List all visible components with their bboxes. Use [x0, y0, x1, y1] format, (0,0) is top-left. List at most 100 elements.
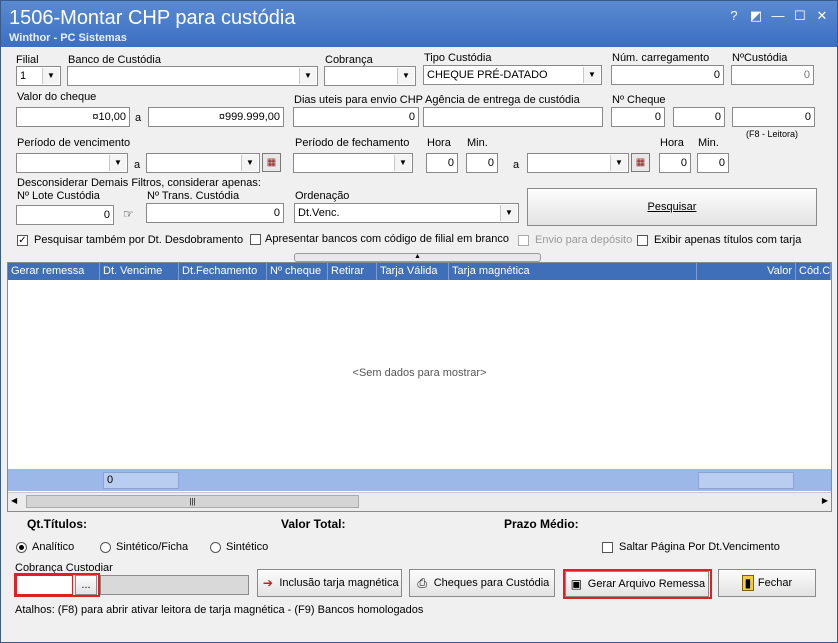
valor-cheque-sep: a	[135, 112, 142, 124]
minimize-button[interactable]: —	[769, 7, 787, 25]
hora1-input[interactable]: 0	[426, 153, 458, 173]
fechamento-to-select[interactable]: ▼	[527, 153, 629, 173]
num-cheque-input-3[interactable]: 0	[732, 107, 815, 127]
col-num-cheque[interactable]: Nº cheque	[267, 263, 328, 280]
num-cheque-input-2[interactable]: 0	[673, 107, 725, 127]
chevron-down-icon: ▼	[583, 67, 600, 83]
num-custodia-label: NºCustódia	[732, 52, 788, 64]
col-valor[interactable]: Valor	[697, 263, 796, 280]
help-button[interactable]: ?	[725, 7, 743, 25]
col-cod[interactable]: Cód.C	[796, 263, 831, 280]
inclusao-tarja-button[interactable]: ➔ Inclusão tarja magnética	[257, 569, 402, 597]
envio-deposito-checkbox[interactable]	[518, 235, 529, 246]
lote-custodia-input[interactable]: 0	[16, 205, 114, 225]
num-custodia-input[interactable]: 0	[731, 65, 814, 85]
dias-uteis-label: Dias uteis para envio CHP	[294, 94, 424, 106]
fechamento-sep: a	[513, 159, 520, 171]
num-carregamento-input[interactable]: 0	[611, 65, 724, 85]
cobranca-select[interactable]: ▼	[324, 66, 416, 86]
highlight-gerar-arquivo	[563, 569, 712, 599]
fechamento-from-select[interactable]: ▼	[293, 153, 413, 173]
tipo-custodia-label: Tipo Custódia	[424, 52, 492, 64]
filial-label: Filial	[16, 54, 39, 66]
title-bar: 1506-Montar CHP para custódia Winthor - …	[1, 1, 837, 47]
envio-deposito-label: Envio para depósito	[535, 234, 633, 246]
desdobramento-checkbox[interactable]: ✓	[17, 235, 28, 246]
hora2-input[interactable]: 0	[659, 153, 691, 173]
fechar-label: Fechar	[757, 577, 793, 589]
ordenacao-select[interactable]: Dt.Venc. ▼	[294, 203, 519, 223]
maximize-button[interactable]: ☐	[791, 7, 809, 25]
periodo-vencimento-label: Período de vencimento	[17, 137, 131, 149]
trans-custodia-input[interactable]: 0	[146, 203, 284, 223]
sintetico-radio[interactable]	[210, 542, 221, 553]
calendar-icon[interactable]: ▦	[631, 153, 650, 172]
tarja-label: Exibir apenas títulos com tarja	[654, 234, 802, 246]
chevron-down-icon: ▼	[610, 155, 627, 171]
pesquisar-button[interactable]: Pesquisar	[527, 188, 817, 226]
window-title: 1506-Montar CHP para custódia	[9, 7, 296, 29]
col-dt-fechamento[interactable]: Dt.Fechamento	[179, 263, 267, 280]
min2-label: Min.	[698, 137, 719, 149]
tarja-checkbox[interactable]	[637, 235, 648, 246]
agencia-entrega-label: Agência de entrega de custódia	[425, 94, 580, 106]
chevron-down-icon: ▼	[394, 155, 411, 171]
sintetico-label: Sintético	[226, 541, 269, 553]
scroll-thumb[interactable]: |||	[26, 495, 359, 508]
cobranca-custodiar-description	[100, 575, 249, 595]
num-cheque-input-1[interactable]: 0	[611, 107, 665, 127]
chevron-down-icon: ▼	[109, 155, 126, 171]
scroll-right-icon[interactable]: ▶	[822, 496, 828, 505]
filial-select[interactable]: 1 ▼	[16, 66, 61, 86]
min1-label: Min.	[467, 137, 488, 149]
min1-input[interactable]: 0	[466, 153, 498, 173]
bancos-filial-label: Apresentar bancos com código de filial e…	[265, 233, 509, 245]
fechar-button[interactable]: ▮ Fechar	[718, 569, 816, 597]
valor-cheque-to-input[interactable]: ¤999.999,00	[148, 107, 284, 127]
scroll-left-icon[interactable]: ◀	[11, 496, 17, 505]
trans-custodia-label: Nº Trans. Custódia	[147, 190, 240, 202]
grid-footer: 0	[8, 469, 831, 491]
horizontal-scrollbar[interactable]: ◀ ||| ▶	[8, 492, 831, 511]
tipo-custodia-select[interactable]: CHEQUE PRÉ-DATADO ▼	[423, 65, 602, 85]
analitico-label: Analítico	[32, 541, 75, 553]
cheques-custodia-button[interactable]: ⎙ Cheques para Custódia	[409, 569, 555, 597]
calendar-icon[interactable]: ▦	[262, 153, 281, 172]
vencimento-sep: a	[134, 159, 141, 171]
col-gerar-remessa[interactable]: Gerar remessa	[8, 263, 100, 280]
restore-layout-button[interactable]: ◩	[747, 7, 765, 25]
col-dt-vencimento[interactable]: Dt. Vencime	[100, 263, 179, 280]
valor-total-label: Valor Total:	[281, 517, 346, 531]
prazo-medio-label: Prazo Médio:	[504, 517, 579, 531]
cheques-custodia-label: Cheques para Custódia	[433, 577, 550, 589]
bancos-filial-checkbox[interactable]	[250, 234, 261, 245]
col-tarja-valida[interactable]: Tarja Válida	[377, 263, 449, 280]
lote-custodia-label: Nº Lote Custódia	[17, 190, 100, 202]
valor-cheque-label: Valor do cheque	[17, 91, 97, 103]
num-carregamento-label: Núm. carregamento	[612, 52, 710, 64]
hand-pointer-icon[interactable]: ☞	[123, 207, 134, 221]
min2-input[interactable]: 0	[697, 153, 729, 173]
banco-custodia-select[interactable]: ▼	[67, 66, 318, 86]
sintetico-ficha-label: Sintético/Ficha	[116, 541, 189, 553]
collapse-splitter[interactable]: ▲	[294, 253, 541, 262]
analitico-radio[interactable]	[16, 542, 27, 553]
desdobramento-label: Pesquisar também por Dt. Desdobramento	[34, 234, 244, 246]
chevron-down-icon: ▼	[241, 155, 258, 171]
shortcuts-text: Atalhos: (F8) para abrir ativar leitora …	[15, 604, 424, 616]
periodo-fechamento-label: Período de fechamento	[295, 137, 410, 149]
qt-titulos-label: Qt.Títulos:	[27, 517, 87, 531]
close-button[interactable]: ✕	[813, 7, 831, 25]
col-tarja-magnetica[interactable]: Tarja magnética	[449, 263, 697, 280]
grid-footer-total	[698, 472, 794, 489]
saltar-pagina-checkbox[interactable]	[602, 542, 613, 553]
chevron-down-icon: ▼	[500, 205, 517, 221]
valor-cheque-from-input[interactable]: ¤10,00	[16, 107, 130, 127]
dias-uteis-input[interactable]: 0	[293, 107, 419, 127]
vencimento-to-select[interactable]: ▼	[146, 153, 260, 173]
sintetico-ficha-radio[interactable]	[100, 542, 111, 553]
agencia-entrega-input[interactable]	[423, 107, 603, 127]
vencimento-from-select[interactable]: ▼	[16, 153, 128, 173]
num-cheque-label: Nº Cheque	[612, 94, 666, 106]
col-retirar[interactable]: Retirar	[328, 263, 377, 280]
